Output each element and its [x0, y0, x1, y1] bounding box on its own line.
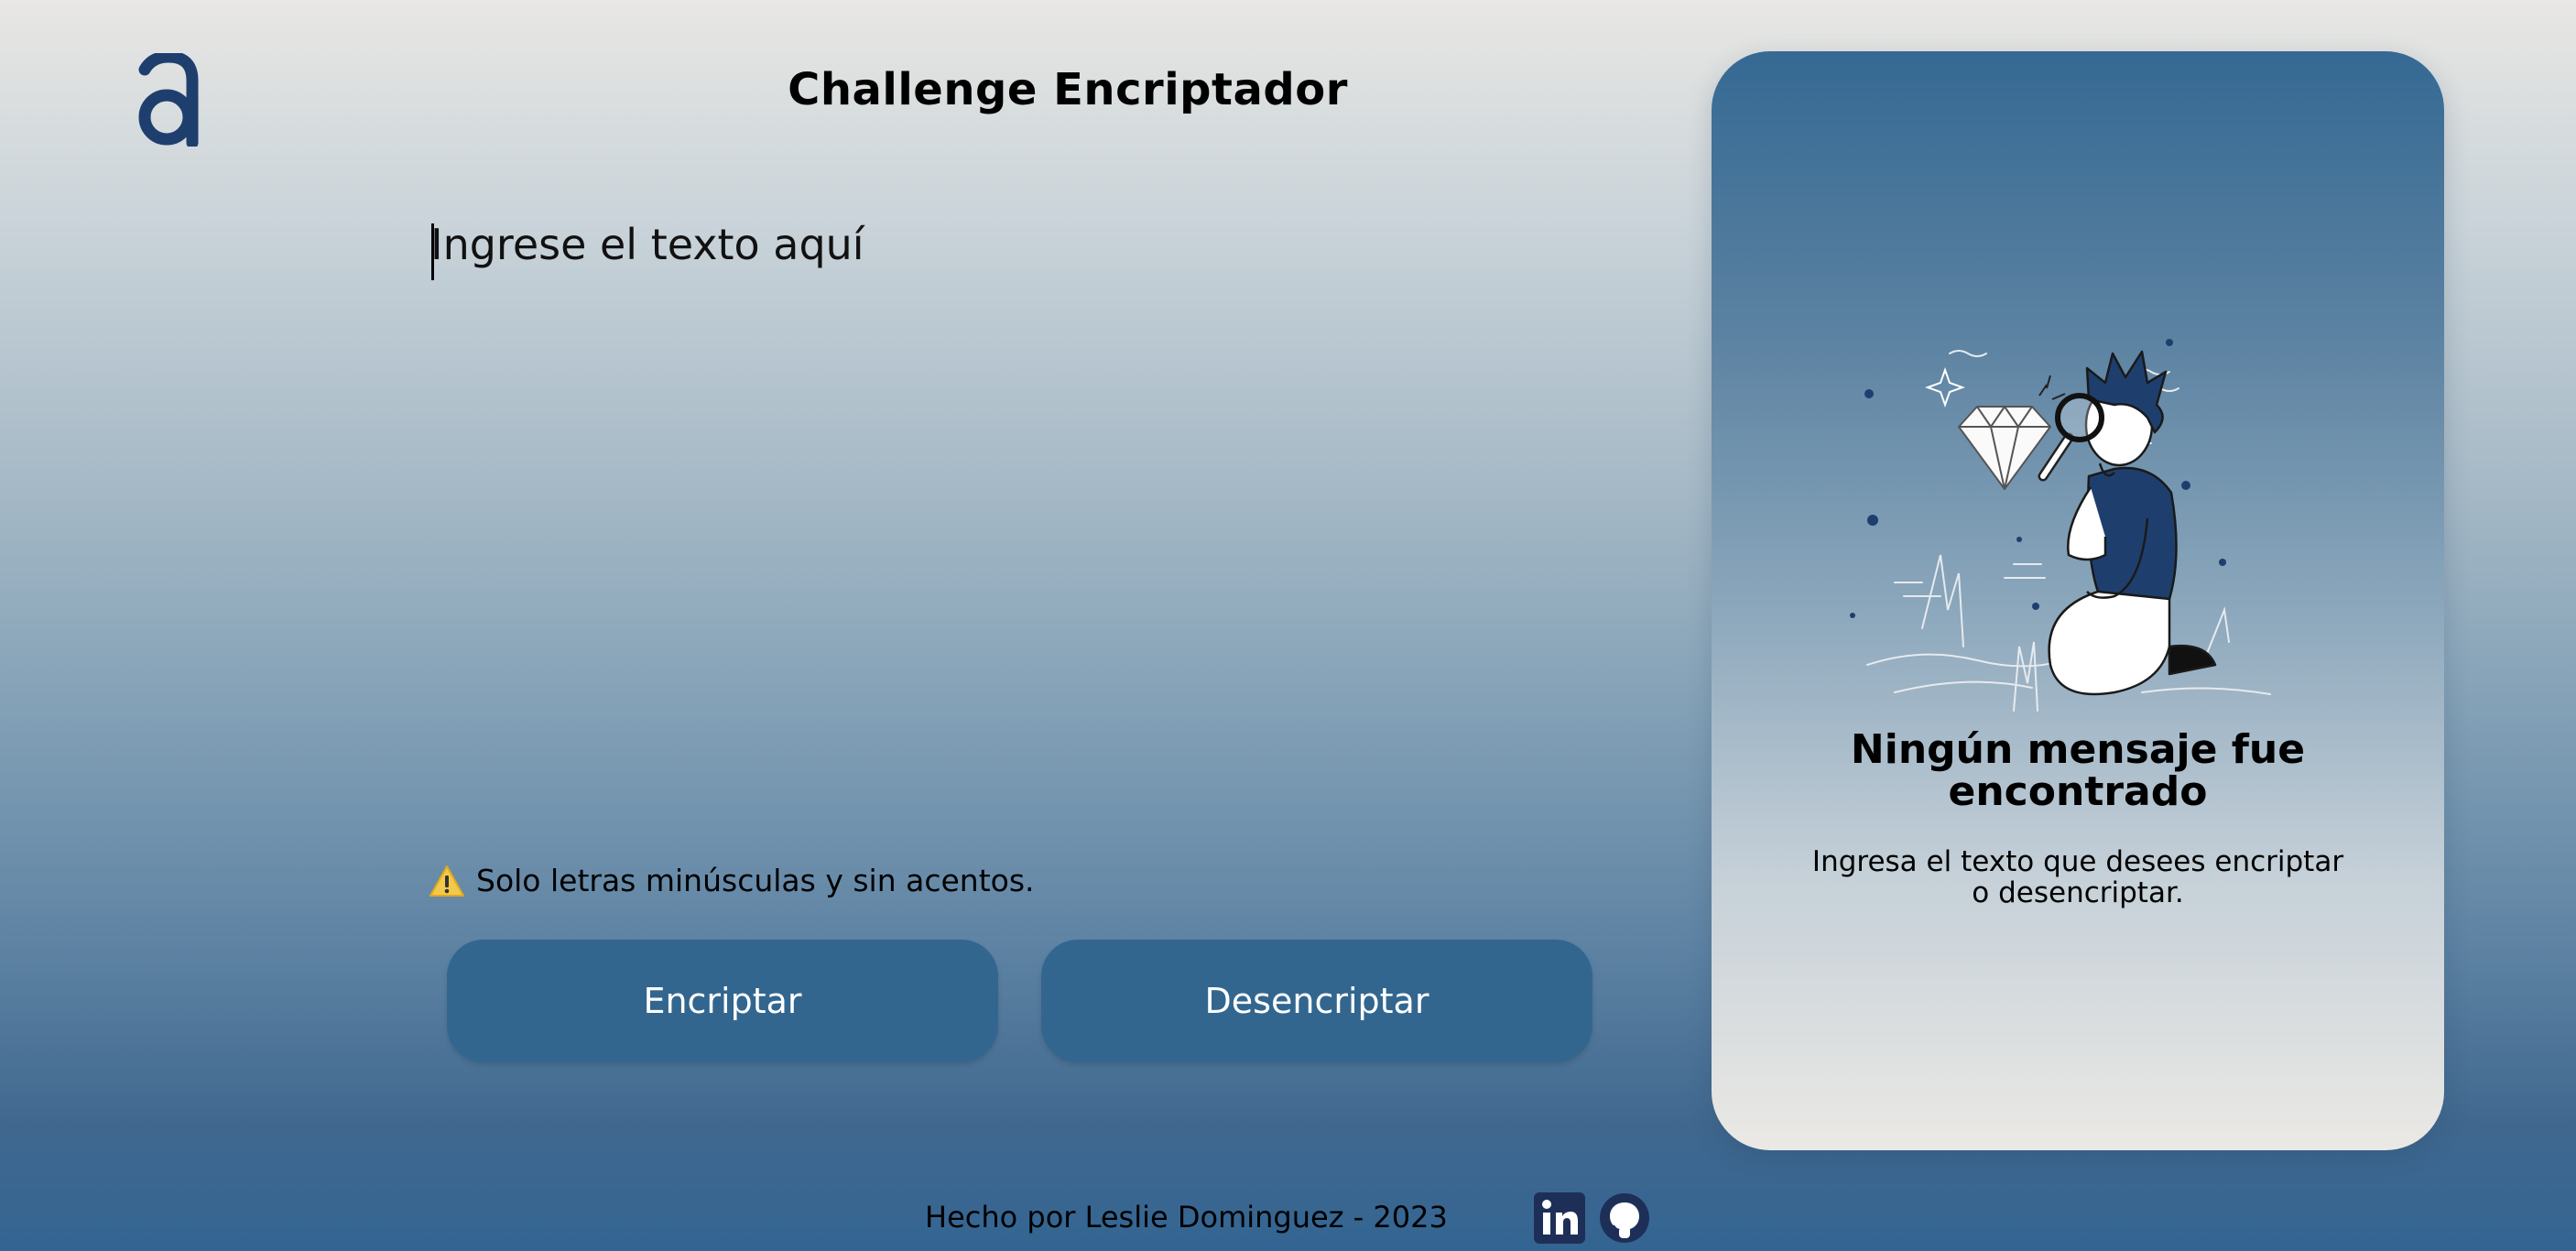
warning-notice: Solo letras minúsculas y sin acentos. — [429, 863, 1035, 898]
empty-state-subtitle-line2: o desencriptar. — [1972, 876, 2184, 909]
warning-text: Solo letras minúsculas y sin acentos. — [476, 863, 1035, 898]
empty-state-title-line2: encontrado — [1948, 768, 2208, 815]
empty-state-title-line1: Ningún mensaje fue — [1850, 726, 2306, 773]
linkedin-icon[interactable] — [1534, 1192, 1585, 1244]
empty-state-title: Ningún mensaje fue encontrado — [1712, 729, 2444, 813]
empty-state-subtitle-line1: Ingresa el texto que desees encriptar — [1811, 845, 2344, 878]
text-cursor — [431, 223, 434, 280]
text-input[interactable] — [430, 220, 1575, 815]
github-icon[interactable] — [1599, 1192, 1650, 1244]
decrypt-button[interactable]: Desencriptar — [1041, 940, 1592, 1062]
encrypt-button[interactable]: Encriptar — [447, 940, 998, 1062]
warning-icon — [429, 865, 464, 897]
empty-state-subtitle: Ingresa el texto que desees encriptar o … — [1785, 846, 2371, 908]
footer-credit: Hecho por Leslie Dominguez - 2023 — [925, 1200, 1448, 1235]
output-panel: Ningún mensaje fue encontrado Ingresa el… — [1712, 51, 2444, 1150]
person-with-magnifying-glass-illustration — [1850, 339, 2271, 712]
